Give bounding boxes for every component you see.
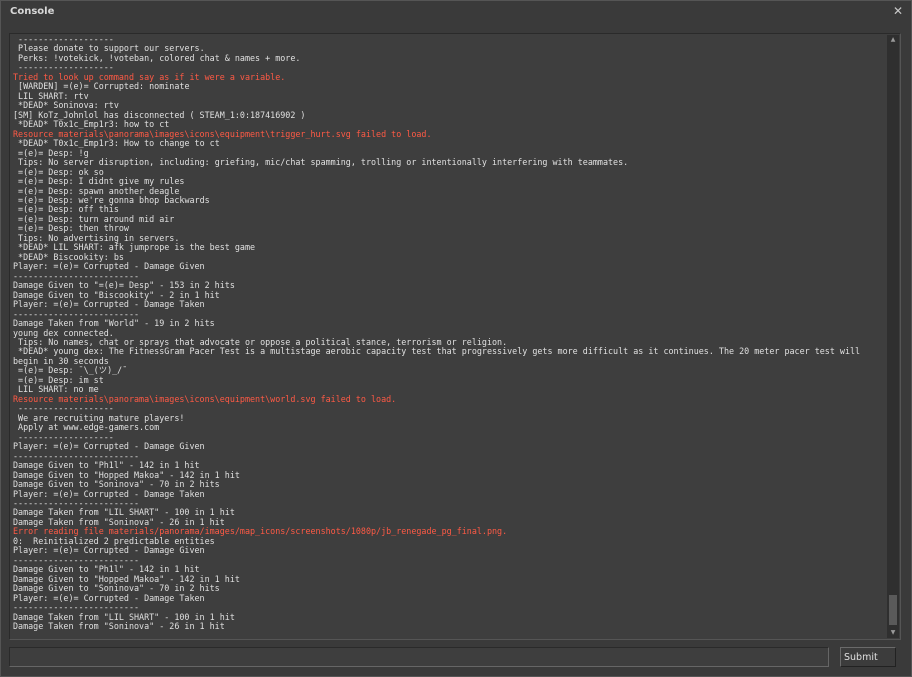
submit-button[interactable]: Submit [840,647,896,667]
close-icon[interactable]: ✕ [891,4,905,18]
log-line: Damage Taken from "World" - 19 in 2 hits [13,318,215,329]
log-line: *DEAD* LIL SHART: afk jumprope is the be… [13,242,256,253]
command-input[interactable] [10,651,828,670]
log-line: [WARDEN] =(e)= Corrupted: nominate [13,81,190,92]
command-input-box [9,647,829,670]
log-line: *DEAD* young dex: The FitnessGram Pacer … [13,346,866,366]
log-line: Player: =(e)= Corrupted - Damage Given [13,545,205,556]
log-line: Damage Taken from "Soninova" - 26 in 1 h… [13,621,225,632]
log-line: Player: =(e)= Corrupted - Damage Taken [13,488,205,499]
log-line: =(e)= Desp: im st [13,374,104,385]
window-title: Console [10,6,55,17]
log-error-line: Resource materials\panorama\images\icons… [13,393,397,404]
log-line: Perks: !votekick, !voteban, colored chat… [13,52,301,63]
log-line: =(e)= Desp: ¯\_(ツ)_/¯ [13,365,128,376]
scroll-down-icon[interactable]: ▼ [887,628,899,638]
console-output-panel[interactable]: ------------------- Please donate to sup… [9,33,901,640]
log-line: Player: =(e)= Corrupted - Damage Taken [13,299,205,310]
scroll-up-icon[interactable]: ▲ [887,35,899,45]
log-line: Player: =(e)= Corrupted - Damage Given [13,441,205,452]
log-line: Apply at www.edge-gamers.com [13,422,160,433]
scrollbar-thumb[interactable] [889,595,897,625]
title-bar[interactable]: Console ✕ [1,1,911,23]
log-line: =(e)= Desp: we're gonna bhop backwards [13,194,210,205]
log-line: Player: =(e)= Corrupted - Damage Given [13,261,205,272]
log-line: Tips: No server disruption, including: g… [13,157,629,168]
log-line: *DEAD* T0x1c_Emp1r3: How to change to ct [13,138,220,149]
vertical-scrollbar[interactable]: ▲ ▼ [887,35,899,638]
log-line: =(e)= Desp: turn around mid air [13,213,175,224]
log-line: Player: =(e)= Corrupted - Damage Taken [13,592,205,603]
console-log: ------------------- Please donate to sup… [13,35,885,635]
log-line: LIL SHART: rtv [13,90,89,101]
console-window: Console ✕ ------------------- Please don… [0,0,912,677]
